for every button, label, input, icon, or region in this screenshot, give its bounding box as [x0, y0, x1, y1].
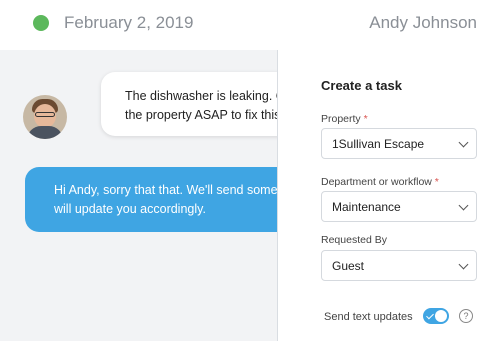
guest-avatar [23, 95, 67, 139]
chat-thread[interactable]: The dishwasher is leaking. C the propert… [0, 50, 277, 341]
send-text-updates-toggle[interactable] [423, 308, 449, 324]
incoming-message-line: The dishwasher is leaking. C [125, 89, 277, 103]
department-select[interactable]: Maintenance [321, 191, 477, 222]
department-label: Department or workflow * [321, 176, 439, 188]
panel-title: Create a task [321, 78, 402, 93]
conversation-date: February 2, 2019 [64, 13, 194, 32]
outgoing-message: Hi Andy, sorry that that. We'll send som… [25, 167, 277, 232]
toggle-knob [435, 310, 447, 322]
conversation-header: February 2, 2019 Andy Johnson [0, 0, 500, 50]
incoming-message-line: the property ASAP to fix this [125, 108, 277, 122]
property-label: Property * [321, 113, 368, 125]
create-task-panel: Create a task Property * 1Sullivan Escap… [277, 50, 500, 341]
outgoing-message-line: will update you accordingly. [54, 202, 206, 216]
check-icon [426, 311, 434, 320]
guest-name[interactable]: Andy Johnson [369, 13, 477, 33]
requested-by-label: Requested By [321, 234, 387, 246]
chevron-down-icon [458, 137, 469, 148]
department-value: Maintenance [332, 200, 401, 214]
outgoing-message-line: Hi Andy, sorry that that. We'll send som… [54, 183, 277, 197]
send-text-updates-label: Send text updates [324, 311, 413, 323]
incoming-message: The dishwasher is leaking. C the propert… [101, 72, 277, 136]
chevron-down-icon [458, 200, 469, 211]
property-value: 1Sullivan Escape [332, 137, 425, 151]
requested-by-value: Guest [332, 259, 365, 273]
property-select[interactable]: 1Sullivan Escape [321, 128, 477, 159]
required-marker: * [434, 176, 439, 188]
help-icon[interactable]: ? [459, 309, 473, 323]
required-marker: * [363, 113, 368, 125]
requested-by-select[interactable]: Guest [321, 250, 477, 281]
chevron-down-icon [458, 259, 469, 270]
online-status-indicator [33, 15, 49, 31]
